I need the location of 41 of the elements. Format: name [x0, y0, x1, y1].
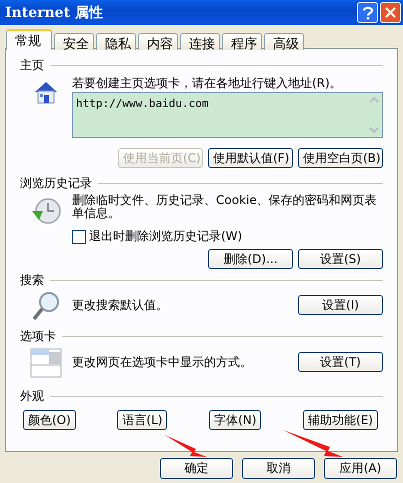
homepage-button[interactable]: 使用默认值(F) [208, 148, 293, 168]
group-title: 选项卡 [20, 328, 56, 344]
magnifier-icon [31, 290, 61, 322]
tab[interactable]: 内容 [138, 33, 178, 50]
close-icon [385, 7, 396, 18]
close-button[interactable] [380, 2, 401, 23]
help-icon [362, 6, 374, 20]
search-description: 更改搜索默认值。 [72, 298, 169, 312]
tab[interactable]: 安全 [54, 33, 94, 50]
dialog-button[interactable]: 确定 [160, 458, 233, 479]
appearance-button[interactable]: 辅助功能(E) [303, 410, 378, 430]
pointer-arrow [282, 429, 344, 458]
appearance-button[interactable]: 语言(L) [117, 410, 168, 430]
history-button[interactable]: 设置(S) [298, 249, 383, 269]
checkbox-label: 退出时删除浏览历史记录(W) [89, 228, 242, 245]
tab[interactable]: 连接 [180, 33, 220, 50]
tab[interactable]: 程序 [222, 33, 262, 50]
dialog-button[interactable]: 取消 [242, 458, 315, 479]
search-settings-button[interactable]: 设置(I) [298, 295, 383, 315]
tab[interactable]: 隐私 [96, 33, 136, 50]
homepage-address-field[interactable]: http://www.baidu.com [72, 92, 383, 138]
homepage-button[interactable]: 使用空白页(B) [298, 148, 383, 168]
tabs-settings-button[interactable]: 设置(T) [298, 352, 383, 372]
history-button[interactable]: 删除(D)... [208, 249, 293, 269]
history-description: 删除临时文件、历史记录、Cookie、保存的密码和网页表单信息。 [72, 194, 378, 220]
tab[interactable]: 高级 [264, 33, 304, 50]
tab[interactable]: 常规 [6, 29, 52, 50]
help-button[interactable] [357, 2, 378, 23]
dialog-button[interactable]: 应用(A) [324, 458, 397, 479]
homepage-instruction: 若要创建主页选项卡，请在各地址行键入地址(R)。 [72, 77, 343, 90]
tabs-window-icon [30, 348, 62, 378]
group-title: 搜索 [20, 272, 44, 288]
group-title: 浏览历史记录 [20, 174, 92, 192]
pointer-arrow [164, 434, 208, 458]
group-title: 主页 [20, 56, 44, 74]
group-title: 外观 [20, 388, 44, 404]
checkbox[interactable] [72, 230, 86, 244]
window-title: Internet 属性 [5, 4, 104, 22]
tabs-description: 更改网页在选项卡中显示的方式。 [72, 356, 253, 368]
appearance-button[interactable]: 字体(N) [209, 410, 262, 430]
appearance-button[interactable]: 颜色(O) [23, 410, 76, 430]
